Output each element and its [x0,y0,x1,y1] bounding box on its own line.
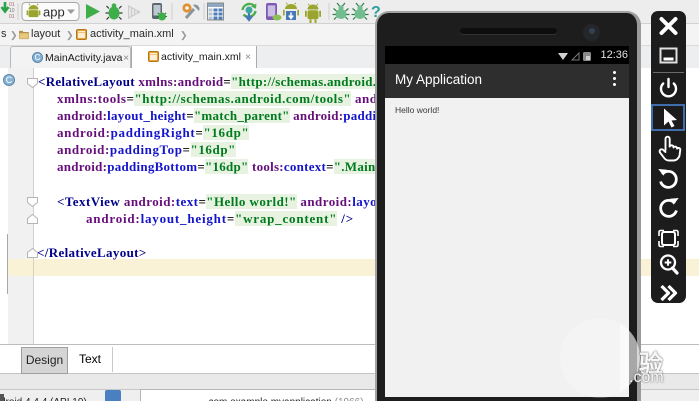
svg-text:01: 01 [9,14,15,20]
svg-text:app: app [43,5,65,20]
